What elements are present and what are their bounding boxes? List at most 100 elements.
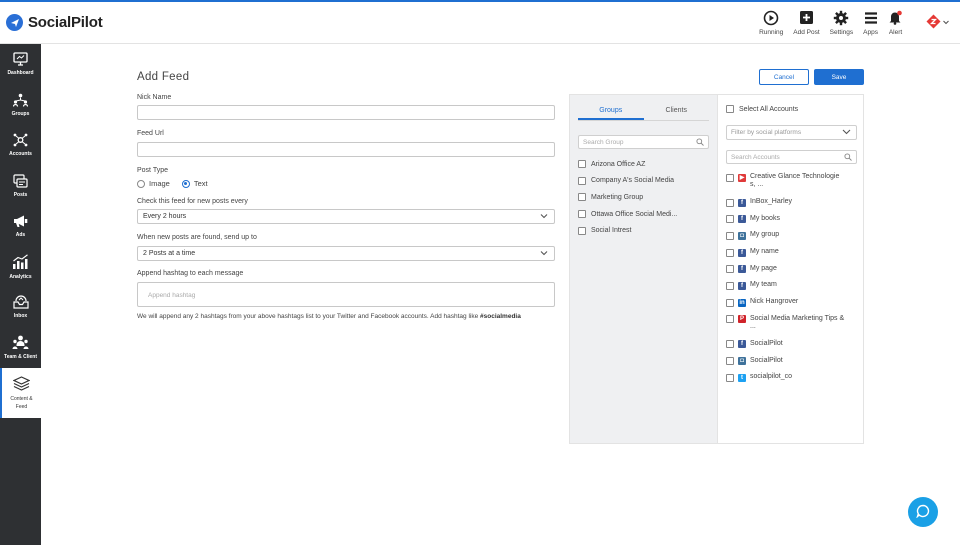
sidebar: Dashboard Groups Accounts Posts Ads Anal…	[0, 44, 41, 545]
search-group-input[interactable]: Search Group	[578, 135, 709, 149]
chevron-down-icon	[842, 129, 851, 137]
sidebar-item-posts[interactable]: Posts	[0, 166, 41, 207]
list-item[interactable]: Marketing Group	[578, 189, 677, 206]
chat-button[interactable]	[908, 497, 938, 527]
list-item[interactable]: Arizona Office AZ	[578, 156, 677, 173]
list-item[interactable]: f My name	[726, 248, 846, 265]
sidebar-label-line: Feed	[15, 403, 28, 410]
accounts-icon	[13, 133, 28, 149]
selection-panel: Groups Clients Search Group Arizona Offi…	[569, 94, 864, 444]
list-item[interactable]: f My books	[726, 215, 846, 232]
alert-button[interactable]: Alert	[883, 8, 908, 36]
check-frequency-value: Every 2 hours	[143, 213, 187, 220]
group-checkbox[interactable]	[578, 176, 586, 185]
check-frequency-label: Check this feed for new posts every	[137, 198, 248, 205]
account-checkbox[interactable]	[726, 248, 734, 257]
image-radio[interactable]	[137, 179, 145, 188]
sidebar-item-team-client[interactable]: Team & Client	[0, 328, 41, 369]
add-post-icon	[799, 8, 814, 27]
account-checkbox[interactable]	[726, 281, 734, 290]
account-checkbox[interactable]	[726, 265, 734, 274]
select-all-checkbox[interactable]	[726, 105, 734, 113]
cancel-button[interactable]: Cancel	[759, 69, 809, 85]
list-item[interactable]: ◘ SocialPilot	[726, 357, 846, 374]
play-icon	[763, 8, 779, 27]
account-checkbox[interactable]	[726, 373, 734, 382]
tab-clients[interactable]: Clients	[644, 107, 710, 120]
list-item[interactable]: f My page	[726, 265, 846, 282]
list-item[interactable]: Company A's Social Media	[578, 173, 677, 190]
image-radio-label: Image	[149, 179, 170, 188]
account-checkbox[interactable]	[726, 231, 734, 240]
account-name: Social Media Marketing Tips & ...	[750, 314, 845, 330]
sidebar-item-content-feed[interactable]: Content & Feed	[0, 368, 41, 418]
group-checkbox[interactable]	[578, 160, 586, 169]
twitter-icon: t	[738, 373, 746, 382]
sidebar-item-inbox[interactable]: Inbox	[0, 287, 41, 328]
list-item[interactable]: f SocialPilot	[726, 340, 846, 357]
sidebar-item-label: Inbox	[13, 313, 28, 320]
platform-filter-select[interactable]: Filter by social platforms	[726, 125, 857, 140]
list-item[interactable]: f My team	[726, 281, 846, 298]
send-up-to-select[interactable]: 2 Posts at a time	[137, 246, 555, 261]
sidebar-item-dashboard[interactable]: Dashboard	[0, 44, 41, 85]
account-checkbox[interactable]	[726, 340, 734, 349]
facebook-icon: f	[738, 198, 746, 207]
feed-url-input[interactable]	[137, 142, 555, 157]
dashboard-icon	[13, 52, 28, 68]
list-item[interactable]: Social Intrest	[578, 222, 677, 239]
group-checkbox[interactable]	[578, 193, 586, 202]
settings-label: Settings	[829, 29, 854, 36]
facebook-icon: f	[738, 215, 746, 224]
add-post-button[interactable]: Add Post	[788, 8, 824, 36]
check-frequency-select[interactable]: Every 2 hours	[137, 209, 555, 224]
sidebar-item-label: Team & Client	[4, 354, 37, 361]
group-name: Ottawa Office Social Medi...	[591, 210, 678, 218]
save-button[interactable]: Save	[814, 69, 864, 85]
select-all-accounts[interactable]: Select All Accounts	[726, 105, 798, 113]
groups-panel: Groups Clients Search Group Arizona Offi…	[570, 95, 717, 443]
avatar	[926, 14, 941, 31]
account-checkbox[interactable]	[726, 315, 734, 324]
linkedin-icon: in	[738, 298, 746, 307]
layers-icon	[12, 375, 31, 393]
megaphone-icon	[13, 214, 28, 230]
list-item[interactable]: ▶ Creative Glance Technologie s, ...	[726, 173, 846, 198]
group-list: Arizona Office AZ Company A's Social Med…	[578, 156, 677, 239]
list-item[interactable]: P Social Media Marketing Tips & ...	[726, 315, 846, 340]
list-item[interactable]: t socialpilot_co	[726, 373, 846, 390]
group-checkbox[interactable]	[578, 210, 586, 219]
search-accounts-input[interactable]: Search Accounts	[726, 150, 857, 164]
user-menu[interactable]	[926, 14, 949, 31]
facebook-icon: f	[738, 281, 746, 290]
logo[interactable]: SocialPilot	[6, 14, 103, 31]
text-radio[interactable]	[181, 179, 190, 188]
bell-icon	[888, 8, 903, 27]
sidebar-item-analytics[interactable]: Analytics	[0, 247, 41, 288]
list-item[interactable]: f InBox_Harley	[726, 198, 846, 215]
hashtag-input[interactable]: Append hashtag	[137, 282, 555, 307]
account-checkbox[interactable]	[726, 357, 734, 365]
running-button[interactable]: Running	[754, 8, 788, 36]
account-checkbox[interactable]	[726, 215, 734, 224]
apps-button[interactable]: Apps	[858, 8, 883, 36]
sidebar-item-ads[interactable]: Ads	[0, 206, 41, 247]
list-item[interactable]: Ottawa Office Social Medi...	[578, 206, 677, 223]
sidebar-item-accounts[interactable]: Accounts	[0, 125, 41, 166]
sidebar-item-label: Dashboard	[7, 70, 34, 77]
account-name: My name	[750, 248, 779, 256]
account-checkbox[interactable]	[726, 198, 734, 207]
settings-button[interactable]: Settings	[825, 8, 859, 36]
tab-groups[interactable]: Groups	[578, 107, 644, 120]
account-name: SocialPilot	[750, 339, 783, 347]
sidebar-item-groups[interactable]: Groups	[0, 85, 41, 126]
list-item[interactable]: ◘ My group	[726, 231, 846, 248]
list-item[interactable]: in Nick Hangrover	[726, 298, 846, 315]
nick-name-input[interactable]	[137, 105, 555, 120]
search-icon	[696, 138, 704, 148]
account-name: Creative Glance Technologie s, ...	[750, 173, 840, 188]
account-checkbox[interactable]	[726, 298, 734, 307]
chat-bubble-icon	[916, 504, 930, 520]
group-checkbox[interactable]	[578, 226, 586, 235]
account-checkbox[interactable]	[726, 173, 734, 182]
